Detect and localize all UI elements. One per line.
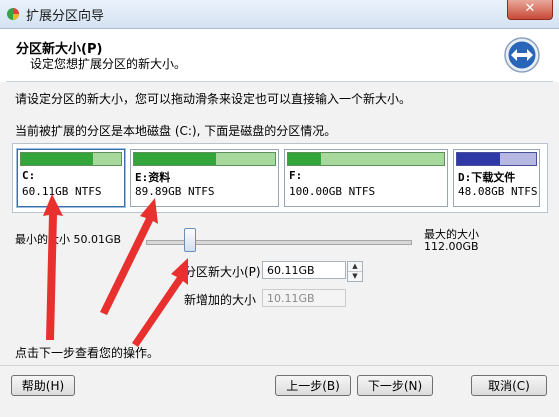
partition-name: C: (22, 169, 36, 182)
partition-e[interactable]: E:资料 89.89GB NTFS (130, 149, 279, 207)
spin-up-icon[interactable]: ▲ (348, 262, 362, 272)
next-button[interactable]: 下一步(N) (357, 375, 433, 396)
resize-arrows-icon (504, 37, 540, 73)
window-title: 扩展分区向导 (26, 9, 105, 24)
close-icon: ✕ (524, 1, 536, 16)
partition-d[interactable]: D:下载文件 48.08GB NTFS (453, 149, 540, 207)
instruction-text: 请设定分区的新大小，您可以拖动滑条来设定也可以直接输入一个新大小。 (15, 92, 412, 106)
added-size-field: 10.11GB (262, 289, 346, 307)
partition-size: 60.11GB NTFS (22, 185, 102, 198)
partition-c[interactable]: C: 60.11GB NTFS (17, 149, 125, 207)
title-bar: 扩展分区向导 ✕ (0, 0, 559, 29)
new-size-stepper[interactable]: ▲ ▼ (347, 261, 363, 282)
partition-size: 48.08GB NTFS (458, 185, 538, 198)
next-step-hint: 点击下一步查看您的操作。 (15, 346, 160, 360)
new-size-input[interactable]: 60.11GB (262, 261, 346, 279)
partition-name: E:资料 (135, 171, 171, 184)
back-button[interactable]: 上一步(B) (275, 375, 351, 396)
wizard-content: 请设定分区的新大小，您可以拖动滑条来设定也可以直接输入一个新大小。 当前被扩展的… (0, 82, 559, 365)
partition-size: 89.89GB NTFS (135, 185, 215, 198)
cancel-button[interactable]: 取消(C) (471, 375, 547, 396)
spin-down-icon[interactable]: ▼ (348, 272, 362, 281)
max-size-value: 112.00GB (424, 240, 479, 253)
partition-size: 100.00GB NTFS (289, 185, 376, 198)
added-size-label: 新增加的大小 (184, 293, 257, 307)
button-bar: 帮助(H) 上一步(B) 下一步(N) 取消(C) (0, 366, 559, 417)
min-size-label: 最小的大小 50.01GB (15, 233, 122, 246)
size-slider-thumb[interactable] (183, 228, 196, 252)
usage-bar (133, 152, 276, 166)
help-button[interactable]: 帮助(H) (11, 375, 75, 396)
wizard-header: 分区新大小(P) 设定您想扩展分区的新大小。 (0, 29, 559, 81)
disk-map: C: 60.11GB NTFS E:资料 89.89GB NTFS F: 100… (12, 143, 548, 213)
page-subtitle: 设定您想扩展分区的新大小。 (30, 57, 187, 71)
new-size-label: 分区新大小(P) (184, 265, 261, 279)
app-icon (7, 8, 19, 20)
partition-f[interactable]: F: 100.00GB NTFS (284, 149, 448, 207)
close-button[interactable]: ✕ (507, 0, 553, 20)
disk-info-text: 当前被扩展的分区是本地磁盘 (C:), 下面是磁盘的分区情况。 (15, 124, 337, 138)
usage-bar (456, 152, 537, 166)
partition-name: D:下载文件 (458, 171, 516, 184)
usage-bar (287, 152, 445, 166)
usage-bar (20, 152, 122, 166)
max-size-label: 最大的大小 112.00GB (424, 229, 479, 253)
partition-name: F: (289, 169, 303, 182)
